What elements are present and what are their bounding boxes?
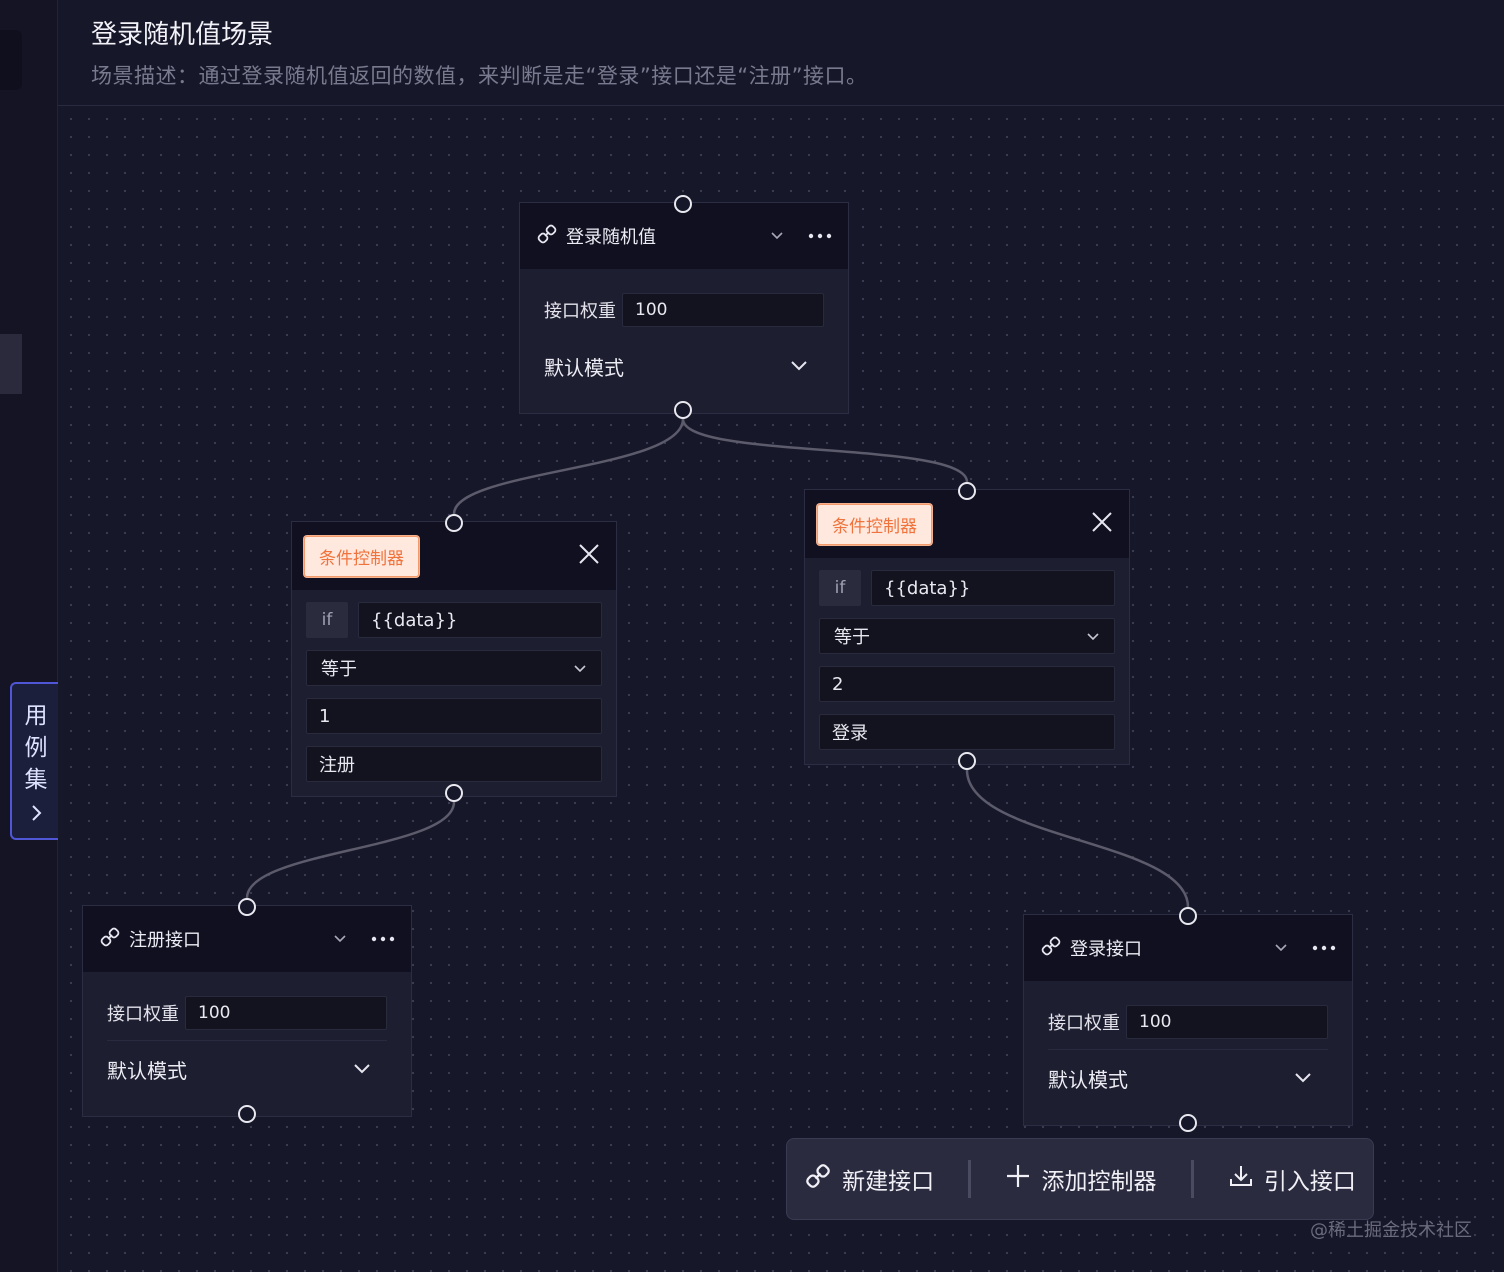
condition-tag: 条件控制器	[304, 535, 419, 577]
add-controller-button[interactable]: 添加控制器	[1005, 1162, 1156, 1196]
operator-value: 等于	[321, 659, 357, 680]
if-label: if	[819, 570, 861, 606]
left-sidebar	[0, 0, 58, 1272]
condition-node-header: 条件控制器	[292, 522, 616, 590]
chevron-down-icon	[353, 1060, 371, 1079]
condition-node-header: 条件控制器	[805, 490, 1129, 558]
toolbar-divider	[1190, 1160, 1194, 1198]
mode-select[interactable]: 默认模式	[107, 1040, 387, 1098]
page-title: 登录随机值场景	[91, 20, 274, 50]
api-node-name: 登录接口	[1070, 939, 1142, 960]
more-dots-icon[interactable]	[371, 936, 395, 942]
variable-input[interactable]: {{data}}	[358, 602, 602, 638]
mode-select[interactable]: 默认模式	[544, 337, 824, 395]
import-api-button[interactable]: 引入接口	[1228, 1162, 1356, 1196]
value-input[interactable]: 1	[306, 698, 602, 734]
api-node-name: 登录随机值	[566, 227, 656, 248]
weight-label: 接口权重	[107, 1004, 179, 1025]
api-node-register[interactable]: 注册接口 接口权重 100 默认模式	[82, 905, 412, 1117]
chevron-down-icon	[573, 658, 587, 679]
drawer-label-char: 集	[24, 767, 48, 793]
more-dots-icon[interactable]	[808, 233, 832, 239]
input-port[interactable]	[958, 482, 976, 500]
sidebar-tab[interactable]	[0, 30, 22, 90]
output-port[interactable]	[958, 752, 976, 770]
value-input[interactable]: 2	[819, 666, 1115, 702]
operator-value: 等于	[834, 627, 870, 648]
target-input[interactable]: 登录	[819, 714, 1115, 750]
chevron-down-icon[interactable]	[333, 934, 347, 944]
mode-label: 默认模式	[544, 355, 624, 380]
close-icon[interactable]	[578, 543, 600, 569]
target-input[interactable]: 注册	[306, 746, 602, 782]
download-icon	[1228, 1163, 1264, 1195]
condition-node-left[interactable]: 条件控制器 if {{data}} 等于 1 注册	[291, 521, 617, 797]
output-port[interactable]	[674, 401, 692, 419]
link-icon	[99, 926, 121, 952]
drawer-label-char: 例	[24, 735, 48, 761]
output-port[interactable]	[238, 1105, 256, 1123]
chevron-down-icon	[1294, 1069, 1312, 1088]
input-port[interactable]	[1179, 907, 1197, 925]
link-icon	[804, 1162, 842, 1196]
operator-select[interactable]: 等于	[819, 618, 1115, 654]
page-header: 登录随机值场景 场景描述：通过登录随机值返回的数值，来判断是走“登录”接口还是“…	[58, 0, 1504, 106]
toolbar-divider	[968, 1160, 972, 1198]
case-collection-drawer[interactable]: 用 例 集	[10, 682, 60, 840]
page-description: 场景描述：通过登录随机值返回的数值，来判断是走“登录”接口还是“注册”接口。	[91, 64, 868, 88]
app-root: 用 例 集 登录随机值场景 场景描述：通过登录随机值返回的数值，来判断是走“登录…	[0, 0, 1504, 1272]
condition-tag: 条件控制器	[817, 503, 932, 545]
weight-label: 接口权重	[544, 301, 616, 322]
weight-label: 接口权重	[1048, 1013, 1120, 1034]
input-port[interactable]	[674, 195, 692, 213]
new-api-label: 新建接口	[842, 1169, 935, 1195]
condition-node-right[interactable]: 条件控制器 if {{data}} 等于 2 登录	[804, 489, 1130, 765]
chevron-down-icon[interactable]	[770, 231, 784, 241]
mode-select[interactable]: 默认模式	[1048, 1049, 1328, 1107]
weight-input[interactable]: 100	[622, 293, 824, 327]
more-dots-icon[interactable]	[1312, 945, 1336, 951]
weight-input[interactable]: 100	[1126, 1005, 1328, 1039]
api-node-random[interactable]: 登录随机值 接口权重 100 默认模式	[519, 202, 849, 414]
variable-input[interactable]: {{data}}	[871, 570, 1115, 606]
chevron-down-icon[interactable]	[1274, 943, 1288, 953]
import-api-label: 引入接口	[1263, 1169, 1356, 1195]
mode-label: 默认模式	[107, 1059, 187, 1083]
new-api-button[interactable]: 新建接口	[804, 1162, 934, 1196]
chevron-down-icon	[1086, 626, 1100, 647]
chevron-right-icon	[29, 804, 43, 826]
drawer-label-char: 用	[24, 703, 48, 729]
if-label: if	[306, 602, 348, 638]
sidebar-tab-active[interactable]	[0, 334, 22, 394]
watermark: @稀土掘金技术社区	[1310, 1220, 1472, 1241]
close-icon[interactable]	[1091, 511, 1113, 537]
api-node-name: 注册接口	[129, 930, 201, 951]
add-controller-label: 添加控制器	[1041, 1169, 1157, 1195]
operator-select[interactable]: 等于	[306, 650, 602, 686]
bottom-toolbar: 新建接口 添加控制器 引入接口	[786, 1138, 1374, 1220]
plus-icon	[1005, 1163, 1041, 1195]
output-port[interactable]	[445, 784, 463, 802]
mode-label: 默认模式	[1048, 1068, 1128, 1092]
link-icon	[536, 223, 558, 249]
weight-input[interactable]: 100	[185, 996, 387, 1030]
api-node-login[interactable]: 登录接口 接口权重 100 默认模式	[1023, 914, 1353, 1126]
link-icon	[1040, 935, 1062, 961]
chevron-down-icon	[790, 357, 808, 376]
output-port[interactable]	[1179, 1114, 1197, 1132]
input-port[interactable]	[238, 898, 256, 916]
input-port[interactable]	[445, 514, 463, 532]
